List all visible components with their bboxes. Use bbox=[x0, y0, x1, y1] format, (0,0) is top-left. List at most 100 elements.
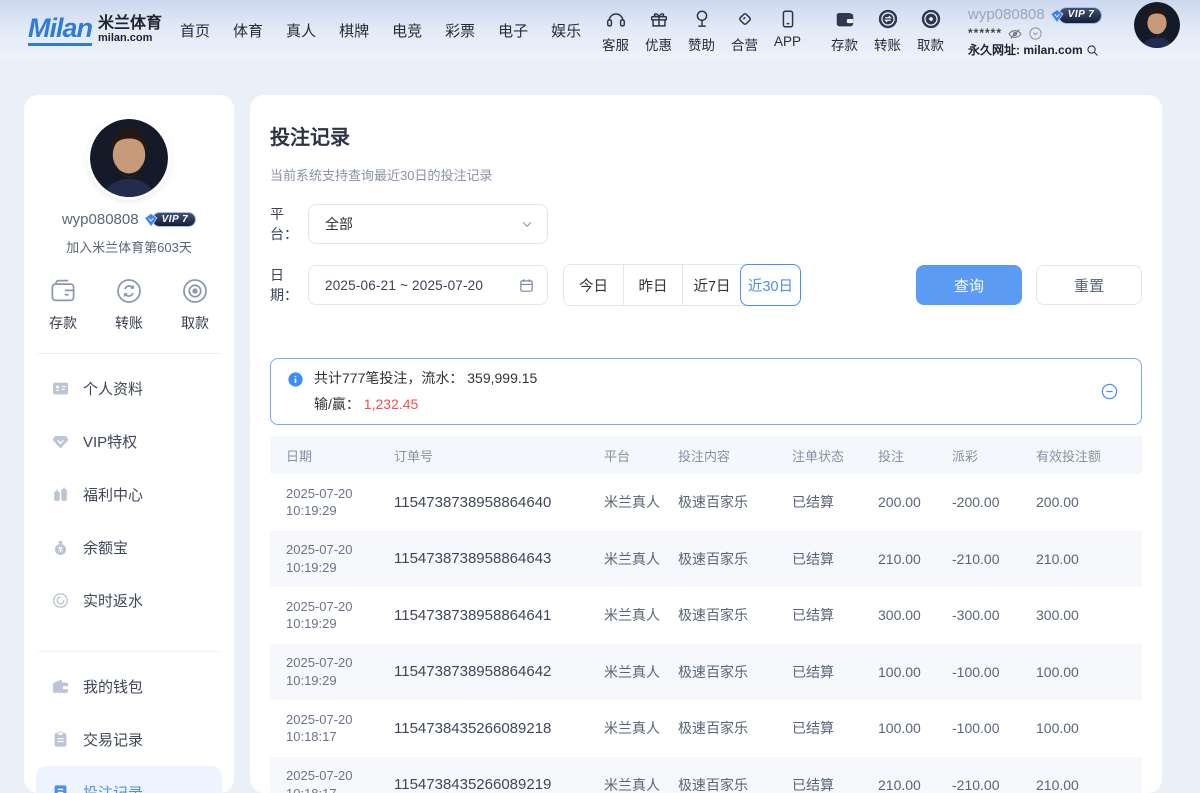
cell-time: 10:19:29 bbox=[286, 503, 337, 518]
cell-platform: 米兰真人 bbox=[604, 718, 678, 738]
cell-payout: -200.00 bbox=[952, 494, 1036, 510]
brand-domain: milan.com bbox=[98, 33, 162, 45]
cell-order-no: 1154738738958864641 bbox=[394, 607, 604, 624]
sidebar-item-yuebao-label: 余额宝 bbox=[83, 537, 128, 558]
header-transfer[interactable]: 转账 bbox=[866, 2, 909, 54]
cell-valid: 100.00 bbox=[1036, 720, 1126, 736]
quick-date-30days[interactable]: 近30日 bbox=[740, 264, 801, 306]
nav-cards[interactable]: 棋牌 bbox=[339, 20, 369, 41]
withdraw-filled-icon bbox=[920, 8, 942, 30]
sidebar-item-yuebao[interactable]: 余额宝 bbox=[24, 521, 234, 574]
content-layout: wyp080808 VIP 7 加入米兰体育第603天 存款 转账 bbox=[0, 60, 1200, 793]
service-partner[interactable]: 合营 bbox=[723, 2, 766, 54]
masked-balance: ****** bbox=[968, 26, 1002, 41]
sidebar-item-welfare-label: 福利中心 bbox=[83, 484, 143, 505]
col-valid: 有效投注额 bbox=[1036, 446, 1126, 465]
service-support-label: 客服 bbox=[602, 34, 629, 54]
avatar[interactable] bbox=[1134, 2, 1180, 48]
sidebar-item-bet-records[interactable]: 投注记录 bbox=[36, 766, 222, 793]
chevron-down-icon bbox=[519, 216, 535, 232]
service-support[interactable]: 客服 bbox=[594, 2, 637, 54]
top-bar: Milan 米兰体育 milan.com 首页 体育 真人 棋牌 电竞 彩票 电… bbox=[0, 0, 1200, 60]
table-row: 2025-07-2010:18:17 1154738435266089219 米… bbox=[270, 757, 1142, 793]
collapse-icon[interactable] bbox=[1100, 382, 1119, 401]
sidebar: wyp080808 VIP 7 加入米兰体育第603天 存款 转账 bbox=[24, 95, 234, 793]
magnifier-icon[interactable] bbox=[1085, 43, 1100, 58]
nav-esports[interactable]: 电竞 bbox=[392, 20, 422, 41]
partner-icon bbox=[734, 8, 756, 30]
nav-slots[interactable]: 电子 bbox=[498, 20, 528, 41]
header-withdraw[interactable]: 取款 bbox=[909, 2, 952, 54]
cell-platform: 米兰真人 bbox=[604, 605, 678, 625]
cell-bet: 300.00 bbox=[878, 607, 952, 623]
chevron-circle-icon[interactable] bbox=[1028, 26, 1043, 41]
col-bet: 投注 bbox=[878, 446, 952, 465]
sidebar-item-welfare[interactable]: 福利中心 bbox=[24, 468, 234, 521]
page-title: 投注记录 bbox=[270, 121, 1142, 150]
sidebar-item-wallet-label: 我的钱包 bbox=[83, 676, 143, 697]
bet-records-icon bbox=[51, 783, 70, 793]
rebate-icon bbox=[51, 591, 70, 610]
nav-sports[interactable]: 体育 bbox=[233, 20, 263, 41]
platform-select[interactable]: 全部 bbox=[308, 204, 548, 244]
sidebar-item-vip[interactable]: VIP特权 bbox=[24, 415, 234, 468]
quick-date-7days[interactable]: 近7日 bbox=[682, 265, 741, 305]
bet-records-table: 日期 订单号 平台 投注内容 注单状态 投注 派彩 有效投注额 2025-07-… bbox=[270, 436, 1142, 793]
service-app[interactable]: APP bbox=[766, 2, 809, 54]
cell-order-no: 1154738435266089218 bbox=[394, 720, 604, 737]
sidebar-deposit[interactable]: 存款 bbox=[48, 276, 78, 333]
sidebar-avatar[interactable] bbox=[90, 119, 168, 197]
cell-status: 已结算 bbox=[792, 605, 878, 625]
date-range-value: 2025-06-21 ~ 2025-07-20 bbox=[325, 278, 518, 293]
transfer-icon bbox=[114, 276, 144, 306]
sidebar-item-transactions-label: 交易记录 bbox=[83, 729, 143, 750]
main-panel: 投注记录 当前系统支持查询最近30日的投注记录 平台： 全部 日期： 2025-… bbox=[250, 95, 1162, 793]
nav-home[interactable]: 首页 bbox=[180, 20, 210, 41]
cell-valid: 210.00 bbox=[1036, 551, 1126, 567]
cell-content: 极速百家乐 bbox=[678, 605, 792, 625]
table-row: 2025-07-2010:19:29 1154738738958864641 米… bbox=[270, 587, 1142, 644]
sidebar-transfer[interactable]: 转账 bbox=[114, 276, 144, 333]
date-range-input[interactable]: 2025-06-21 ~ 2025-07-20 bbox=[308, 265, 548, 305]
sidebar-item-bet-records-label: 投注记录 bbox=[83, 782, 143, 793]
summary-box: 共计777笔投注，流水： 359,999.15 输/赢： 1,232.45 bbox=[270, 358, 1142, 425]
nav-lottery[interactable]: 彩票 bbox=[445, 20, 475, 41]
reset-button[interactable]: 重置 bbox=[1036, 265, 1142, 305]
transactions-icon bbox=[51, 730, 70, 749]
top-nav: 首页 体育 真人 棋牌 电竞 彩票 电子 娱乐 bbox=[180, 20, 581, 41]
withdraw-icon bbox=[180, 276, 210, 306]
col-order: 订单号 bbox=[394, 446, 604, 465]
cell-payout: -100.00 bbox=[952, 664, 1036, 680]
search-button[interactable]: 查询 bbox=[916, 265, 1022, 305]
nav-live[interactable]: 真人 bbox=[286, 20, 316, 41]
sidebar-deposit-label: 存款 bbox=[49, 313, 77, 333]
header-transfer-label: 转账 bbox=[874, 34, 901, 54]
yuebao-icon bbox=[51, 538, 70, 557]
quick-services: 客服 优惠 赞助 合营 bbox=[594, 2, 809, 54]
cell-time: 10:18:17 bbox=[286, 729, 337, 744]
sidebar-withdraw-label: 取款 bbox=[181, 313, 209, 333]
platform-filter-row: 平台： 全部 bbox=[270, 204, 1142, 244]
sidebar-withdraw[interactable]: 取款 bbox=[180, 276, 210, 333]
service-promotions[interactable]: 优惠 bbox=[637, 2, 680, 54]
eye-off-icon[interactable] bbox=[1007, 26, 1023, 42]
quick-date-yesterday[interactable]: 昨日 bbox=[623, 265, 682, 305]
cell-platform: 米兰真人 bbox=[604, 662, 678, 682]
cell-status: 已结算 bbox=[792, 775, 878, 793]
nav-entertainment[interactable]: 娱乐 bbox=[551, 20, 581, 41]
quick-date-today[interactable]: 今日 bbox=[564, 265, 623, 305]
sidebar-item-wallet[interactable]: 我的钱包 bbox=[24, 660, 234, 713]
cell-bet: 100.00 bbox=[878, 664, 952, 680]
service-promotions-label: 优惠 bbox=[645, 34, 672, 54]
brand-logo[interactable]: Milan 米兰体育 milan.com bbox=[28, 15, 162, 46]
sidebar-item-profile[interactable]: 个人资料 bbox=[24, 362, 234, 415]
table-row: 2025-07-2010:19:29 1154738738958864642 米… bbox=[270, 644, 1142, 701]
cell-date: 2025-07-20 bbox=[286, 486, 353, 501]
cell-order-no: 1154738435266089219 bbox=[394, 776, 604, 793]
header-deposit[interactable]: 存款 bbox=[823, 2, 866, 54]
profile-icon bbox=[51, 379, 70, 398]
sponsor-icon bbox=[691, 8, 713, 30]
sidebar-item-transactions[interactable]: 交易记录 bbox=[24, 713, 234, 766]
sidebar-item-rebate[interactable]: 实时返水 bbox=[24, 574, 234, 627]
service-sponsor[interactable]: 赞助 bbox=[680, 2, 723, 54]
